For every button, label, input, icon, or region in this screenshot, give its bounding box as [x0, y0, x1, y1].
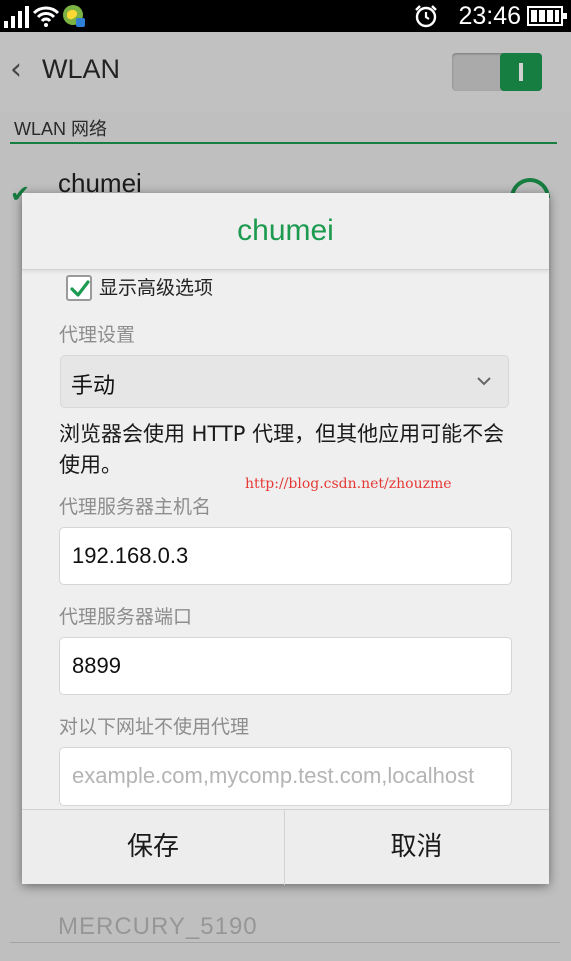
app-notification-icon	[63, 5, 85, 27]
battery-icon	[527, 6, 567, 26]
status-bar: 23:46	[0, 0, 571, 32]
advanced-options-checkbox[interactable]	[66, 275, 92, 301]
checkmark-icon	[70, 280, 90, 297]
save-button[interactable]: 保存	[22, 810, 285, 885]
port-value: 8899	[72, 653, 121, 678]
proxy-mode-select[interactable]: 手动	[60, 355, 509, 408]
cancel-button[interactable]: 取消	[285, 810, 548, 885]
port-label: 代理服务器端口	[59, 606, 193, 628]
proxy-notice: 浏览器会使用 HTTP 代理，但其他应用可能不会使用。	[59, 422, 505, 477]
hostname-label: 代理服务器主机名	[59, 496, 212, 518]
port-input[interactable]: 8899	[59, 637, 512, 695]
bypass-label: 对以下网址不使用代理	[59, 716, 250, 738]
proxy-mode-value: 手动	[71, 374, 116, 399]
hostname-value: 192.168.0.3	[72, 543, 189, 568]
proxy-settings-label: 代理设置	[59, 324, 136, 346]
dialog-header: chumei	[22, 193, 549, 270]
advanced-options-label[interactable]: 显示高级选项	[99, 273, 213, 300]
bypass-placeholder: example.com,mycomp.test.com,localhost	[72, 763, 475, 788]
hostname-input[interactable]: 192.168.0.3	[59, 527, 512, 585]
dialog-title: chumei	[237, 214, 334, 247]
chevron-down-icon	[477, 377, 491, 386]
status-time: 23:46	[458, 2, 521, 30]
proxy-dialog: chumei 显示高级选项 代理设置 手动 浏览器会使用 HTTP 代理，但其他…	[22, 193, 549, 885]
alarm-icon	[415, 5, 437, 28]
wifi-icon	[33, 6, 59, 27]
dialog-button-bar: 保存 取消	[22, 809, 549, 885]
watermark-text: http://blog.csdn.net/zhouzme	[245, 476, 452, 492]
signal-icon	[4, 6, 29, 28]
bypass-input[interactable]: example.com,mycomp.test.com,localhost	[59, 747, 512, 806]
